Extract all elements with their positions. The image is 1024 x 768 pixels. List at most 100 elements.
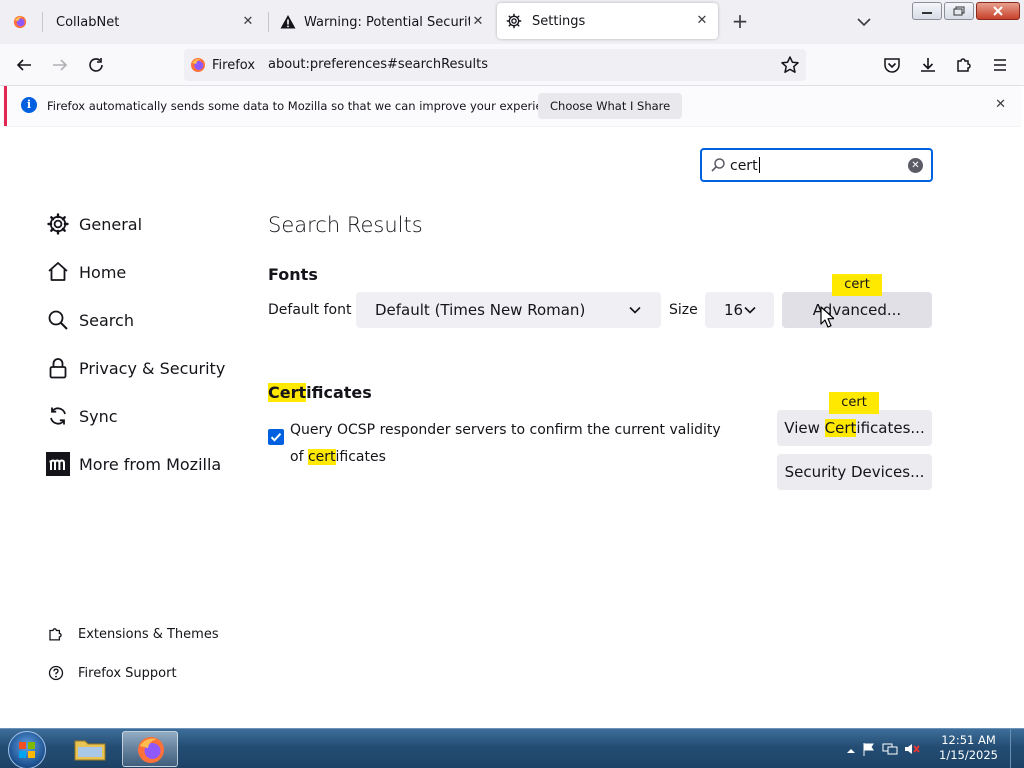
tab-settings[interactable]: Settings ✕ — [497, 3, 718, 39]
help-icon — [48, 665, 64, 681]
search-icon — [710, 157, 726, 173]
footer-label: Extensions & Themes — [78, 626, 219, 642]
volume-muted-icon[interactable] — [904, 741, 920, 760]
firefox-support-link[interactable]: Firefox Support — [48, 665, 177, 681]
start-button[interactable] — [8, 731, 46, 768]
close-tab-icon[interactable]: ✕ — [694, 13, 710, 29]
extensions-themes-link[interactable]: Extensions & Themes — [48, 626, 219, 642]
notification-message: Firefox automatically sends some data to… — [47, 99, 567, 113]
tab-title: CollabNet — [56, 14, 120, 30]
puzzle-icon — [48, 626, 64, 642]
page-title: Search Results — [268, 213, 423, 237]
clear-search-icon[interactable]: ✕ — [908, 158, 923, 173]
category-label: General — [79, 214, 143, 234]
pocket-icon — [884, 58, 900, 73]
settings-search-input[interactable]: cert ✕ — [700, 148, 933, 182]
category-label: Search — [79, 310, 134, 330]
home-icon — [46, 260, 70, 284]
identity-box[interactable]: Firefox — [190, 55, 263, 75]
default-font-select[interactable]: Default (Times New Roman) — [356, 292, 661, 328]
back-button[interactable] — [12, 53, 36, 77]
font-size-label: Size — [669, 302, 698, 318]
font-size-select[interactable]: 16 — [705, 292, 774, 328]
menu-button[interactable] — [988, 53, 1012, 77]
windows-taskbar: 12:51 AM 1/15/2025 — [0, 728, 1024, 768]
mozilla-icon — [46, 452, 70, 476]
flag-icon[interactable] — [862, 741, 876, 760]
show-hidden-icons-icon[interactable] — [846, 741, 856, 760]
restore-button[interactable] — [944, 2, 974, 20]
extensions-button[interactable] — [952, 53, 976, 77]
url-bar[interactable]: Firefox about:preferences#searchResults — [184, 49, 806, 81]
category-more-from-mozilla[interactable]: More from Mozilla — [46, 449, 221, 479]
reload-icon — [89, 58, 103, 72]
firefox-icon — [12, 14, 28, 30]
downloads-button[interactable] — [916, 53, 940, 77]
firefox-taskbar-button[interactable] — [122, 731, 178, 767]
ocsp-checkbox[interactable] — [268, 429, 284, 445]
category-search[interactable]: Search — [46, 305, 134, 335]
text-caret — [758, 157, 760, 173]
category-label: Sync — [79, 406, 118, 426]
reload-button[interactable] — [84, 53, 108, 77]
clock-time: 12:51 AM — [941, 733, 996, 747]
windows-logo-icon — [19, 742, 35, 758]
category-general[interactable]: General — [46, 209, 142, 239]
category-privacy-security[interactable]: Privacy & Security — [46, 353, 225, 383]
bookmark-star-icon[interactable] — [780, 55, 800, 75]
system-tray — [846, 741, 920, 760]
close-tab-icon[interactable]: ✕ — [470, 14, 486, 30]
certificates-heading: Certificates — [268, 383, 372, 402]
tab-collabnet[interactable]: CollabNet ✕ — [12, 0, 264, 44]
view-certificates-button[interactable]: View Certificates... — [777, 410, 932, 446]
gear-icon — [46, 212, 70, 236]
category-home[interactable]: Home — [46, 257, 126, 287]
warning-icon — [280, 14, 296, 30]
close-notification-icon[interactable]: ✕ — [995, 97, 1006, 112]
minimize-button[interactable] — [912, 2, 942, 20]
clock-date: 1/15/2025 — [939, 748, 998, 762]
network-icon[interactable] — [882, 741, 898, 760]
data-reporting-notification: i Firefox automatically sends some data … — [4, 86, 1020, 126]
chevron-down-icon — [743, 303, 757, 317]
font-size-value: 16 — [724, 301, 744, 319]
clock[interactable]: 12:51 AM 1/15/2025 — [939, 733, 998, 763]
window-controls — [912, 2, 1020, 20]
tab-title: Warning: Potential Security Risk Ahead — [304, 14, 470, 30]
tab-separator — [42, 12, 43, 32]
firefox-window: CollabNet ✕ Warning: Potential Security … — [0, 0, 1024, 768]
close-tab-icon[interactable]: ✕ — [240, 14, 256, 30]
settings-page: cert ✕ General Home Search Privacy & Sec… — [0, 127, 1024, 728]
list-all-tabs-icon[interactable] — [855, 13, 873, 31]
sync-icon — [46, 404, 70, 428]
search-value: cert — [730, 158, 758, 174]
category-label: Privacy & Security — [79, 358, 226, 378]
category-label: More from Mozilla — [79, 454, 222, 474]
footer-label: Firefox Support — [78, 665, 177, 681]
forward-button[interactable] — [48, 53, 72, 77]
show-desktop-button[interactable] — [1010, 729, 1024, 768]
gear-icon — [506, 13, 522, 29]
firefox-icon — [138, 737, 164, 763]
tab-separator — [268, 12, 269, 32]
tab-strip: CollabNet ✕ Warning: Potential Security … — [0, 0, 1024, 44]
url-text[interactable]: about:preferences#searchResults — [268, 57, 488, 72]
advanced-fonts-button[interactable]: Advanced... — [782, 292, 932, 328]
security-devices-button[interactable]: Security Devices... — [777, 454, 932, 490]
choose-what-i-share-button[interactable]: Choose What I Share — [538, 93, 683, 119]
tab-title: Settings — [532, 13, 586, 29]
file-explorer-taskbar-button[interactable] — [62, 731, 118, 767]
tab-security-warning[interactable]: Warning: Potential Security Risk Ahead ✕ — [280, 0, 494, 44]
category-sync[interactable]: Sync — [46, 401, 118, 431]
download-icon — [921, 58, 935, 72]
pocket-button[interactable] — [880, 53, 904, 77]
ocsp-checkbox-label[interactable]: Query OCSP responder servers to confirm … — [290, 417, 730, 471]
folder-icon — [74, 740, 106, 761]
search-icon — [46, 308, 70, 332]
identity-label: Firefox — [212, 57, 256, 73]
category-label: Home — [79, 262, 127, 282]
puzzle-icon — [957, 58, 971, 72]
arrow-left-icon — [16, 59, 31, 71]
new-tab-button[interactable]: + — [730, 11, 750, 32]
close-window-button[interactable] — [976, 2, 1020, 20]
